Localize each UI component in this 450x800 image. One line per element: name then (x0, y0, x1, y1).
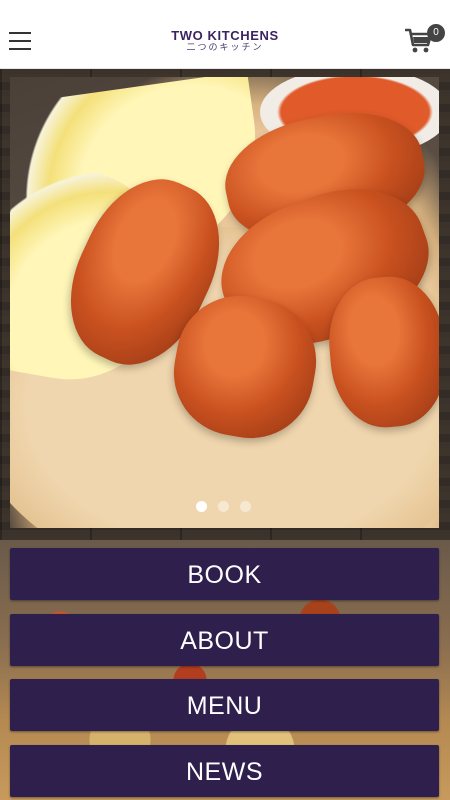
brand-subtitle: 二つのキッチン (186, 43, 264, 53)
slider-pagination (196, 501, 266, 515)
hamburger-line (9, 40, 31, 42)
slider-dot-3[interactable] (240, 501, 251, 512)
slider-dot-1[interactable] (196, 501, 207, 512)
menu-button[interactable]: MENU (10, 679, 439, 731)
news-button[interactable]: NEWS (10, 745, 439, 797)
cart-count-badge: 0 (427, 24, 445, 42)
cart-button[interactable]: 0 (405, 24, 445, 56)
brand-name: TWO KITCHENS (171, 28, 279, 43)
book-button[interactable]: BOOK (10, 548, 439, 600)
hamburger-line (9, 48, 31, 50)
app-header: TWO KITCHENS 二つのキッチン 0 (0, 0, 450, 69)
hamburger-line (9, 32, 31, 34)
slider-dot-2[interactable] (218, 501, 229, 512)
brand-logo[interactable]: TWO KITCHENS 二つのキッチン (162, 29, 288, 54)
about-button[interactable]: ABOUT (10, 614, 439, 666)
hero-slider[interactable] (10, 77, 439, 528)
hamburger-menu-icon[interactable] (9, 32, 31, 50)
